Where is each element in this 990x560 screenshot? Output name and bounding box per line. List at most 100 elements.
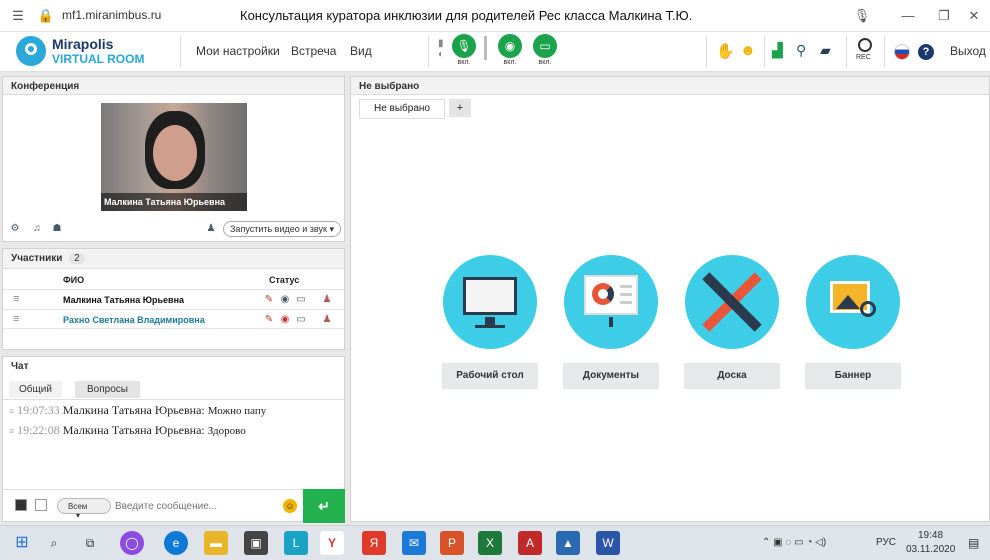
tab-questions[interactable]: Вопросы [75,381,140,398]
video-settings-icon[interactable]: ⚙ [9,223,21,235]
table-row[interactable]: ≡ Малкина Татьяна Юрьевна ✎ ◉ ▭ ♟ [3,289,344,309]
language-flag-icon[interactable] [894,44,910,60]
taskbar: ⊞ ⌕ ⧉ ◯ e ▬ ▣ L Y Я ✉ P X A ▲ W ⌃ ▣ ◌ ▭ … [0,525,990,560]
search-icon[interactable]: ⌕ [42,531,66,555]
desktop-button[interactable]: Рабочий стол [442,363,538,389]
app-l-icon[interactable]: L [284,531,308,555]
screen-label: вкл. [538,59,552,66]
whiteboard-icon[interactable] [685,255,779,349]
avatar: ♟ [322,314,332,325]
participants-title: Участники [11,253,63,264]
emotion-icon[interactable]: ☻ [740,42,756,59]
menu-view[interactable]: Вид [350,44,372,58]
raise-hand-icon[interactable]: ✋ [716,42,735,60]
background-color-icon[interactable] [35,499,47,511]
send-button[interactable]: ↵ [303,489,345,523]
recipient-select[interactable]: Всем ▾ [57,498,111,520]
task-view-icon[interactable]: ⧉ [78,531,102,555]
network-icon[interactable]: ⚲ [796,42,806,59]
language-indicator[interactable]: РУС [876,537,896,548]
video-user-name: Малкина Татьяна Юрьевна [104,197,226,207]
excel-icon[interactable]: X [478,531,502,555]
camera-status-icon[interactable]: ◉ [279,294,291,306]
yandex-icon[interactable]: Я [362,531,386,555]
user-icon: ♟ [206,223,216,234]
powerpoint-icon[interactable]: P [440,531,464,555]
camera-off-icon[interactable]: ◉ [279,314,291,326]
menu-meeting[interactable]: Встреча [291,44,336,58]
logo-subtext: VIRTUAL ROOM [52,52,145,66]
menu-icon[interactable]: ☰ [8,6,28,26]
lock-icon[interactable]: 🔒 [36,6,56,26]
store-icon[interactable]: ▣ [244,531,268,555]
tray-icons[interactable]: ⌃ ▣ ◌ ▭ ◔ ◁) [762,537,826,548]
banner-icon[interactable] [806,255,900,349]
chat-message: ≡ 19:22:08 Малкина Татьяна Юрьевна: Здор… [9,423,246,437]
drag-handle-icon[interactable]: ≡ [13,313,19,325]
yandex-browser-icon[interactable]: Y [320,531,344,555]
page-title: Консультация куратора инклюзии для родит… [240,8,693,23]
edge-icon[interactable]: e [164,531,188,555]
workspace-title: Не выбрано [351,77,989,95]
start-av-dropdown[interactable]: Запустить видео и звук ▾ [223,221,341,237]
logo-icon [16,36,46,66]
mic-label: вкл. [457,59,471,66]
poll-icon[interactable]: ▟ [772,42,783,59]
microphone-icon[interactable]: 🎙 [852,6,872,26]
rec-label: REC [856,54,871,61]
table-row[interactable]: ≡ Рахно Светлана Владимировна ✎ ◉ ▭ ♟ [3,309,344,329]
help-icon[interactable]: ? [918,44,934,60]
screen-status-icon[interactable]: ▭ [295,314,307,326]
add-tab-button[interactable]: + [449,99,471,117]
text-color-icon[interactable] [15,499,27,511]
screen-share-icon[interactable]: ▭ [533,34,557,58]
chevron-down-icon: ▾ [76,511,81,520]
record-icon[interactable] [858,38,872,52]
photos-icon[interactable]: ▲ [556,531,580,555]
mail-icon[interactable]: ✉ [402,531,426,555]
clock-time[interactable]: 19:48 [918,530,943,541]
col-name: ФИО [63,275,85,285]
tab-not-selected[interactable]: Не выбрано [359,99,445,119]
col-status: Статус [269,275,300,285]
word-icon[interactable]: W [596,531,620,555]
chevron-down-icon: ▾ [329,224,334,234]
participants-count-badge: 2 [69,253,85,264]
clock-date[interactable]: 03.11.2020 [906,544,955,555]
message-input[interactable] [115,498,275,514]
tab-general[interactable]: Общий [9,381,62,398]
acrobat-icon[interactable]: A [518,531,542,555]
whiteboard-button[interactable]: Доска [684,363,780,389]
video-feed[interactable]: Малкина Татьяна Юрьевна [101,103,247,211]
desktop-share-icon[interactable] [443,255,537,349]
drag-handle-icon[interactable]: ≡ [13,293,19,305]
alice-icon[interactable]: ◯ [120,531,144,555]
conference-panel: Конференция Малкина Татьяна Юрьевна ⚙ ♫ … [2,76,345,242]
menu-my-settings[interactable]: Мои настройки [196,44,280,58]
documents-icon[interactable] [564,255,658,349]
address-bar[interactable]: mf1.miranimbus.ru [62,8,161,22]
minimize-icon[interactable]: — [898,6,918,26]
emoji-icon[interactable]: ☺ [283,499,297,513]
folder-icon[interactable]: ▰ [820,42,831,59]
camera-toggle-icon[interactable]: ◉ [498,34,522,58]
mic-muted-icon[interactable]: ✎ [263,294,275,306]
close-icon[interactable]: ✕ [964,6,984,26]
mic-settings-icon[interactable]: ▮ ◐ [438,38,448,64]
documents-button[interactable]: Документы [563,363,659,389]
screen-status-icon[interactable]: ▭ [295,294,307,306]
users-settings-icon[interactable]: ☗ [51,223,63,235]
volume-slider[interactable] [484,36,487,60]
banner-button[interactable]: Баннер [805,363,901,389]
restore-icon[interactable]: ❐ [934,6,954,26]
windows-start-icon[interactable]: ⊞ [10,531,34,555]
mic-toggle-icon[interactable]: 🎙 [452,34,476,58]
audio-settings-icon[interactable]: ♫ [31,223,43,235]
chat-message: ≡ 19:07:33 Малкина Татьяна Юрьевна: Можн… [9,403,267,417]
camera-label: вкл. [503,59,517,66]
mic-muted-icon[interactable]: ✎ [263,314,275,326]
exit-button[interactable]: Выход [950,44,986,58]
file-explorer-icon[interactable]: ▬ [204,531,228,555]
notifications-icon[interactable]: ▤ [968,536,979,550]
send-icon: ↵ [318,498,330,514]
